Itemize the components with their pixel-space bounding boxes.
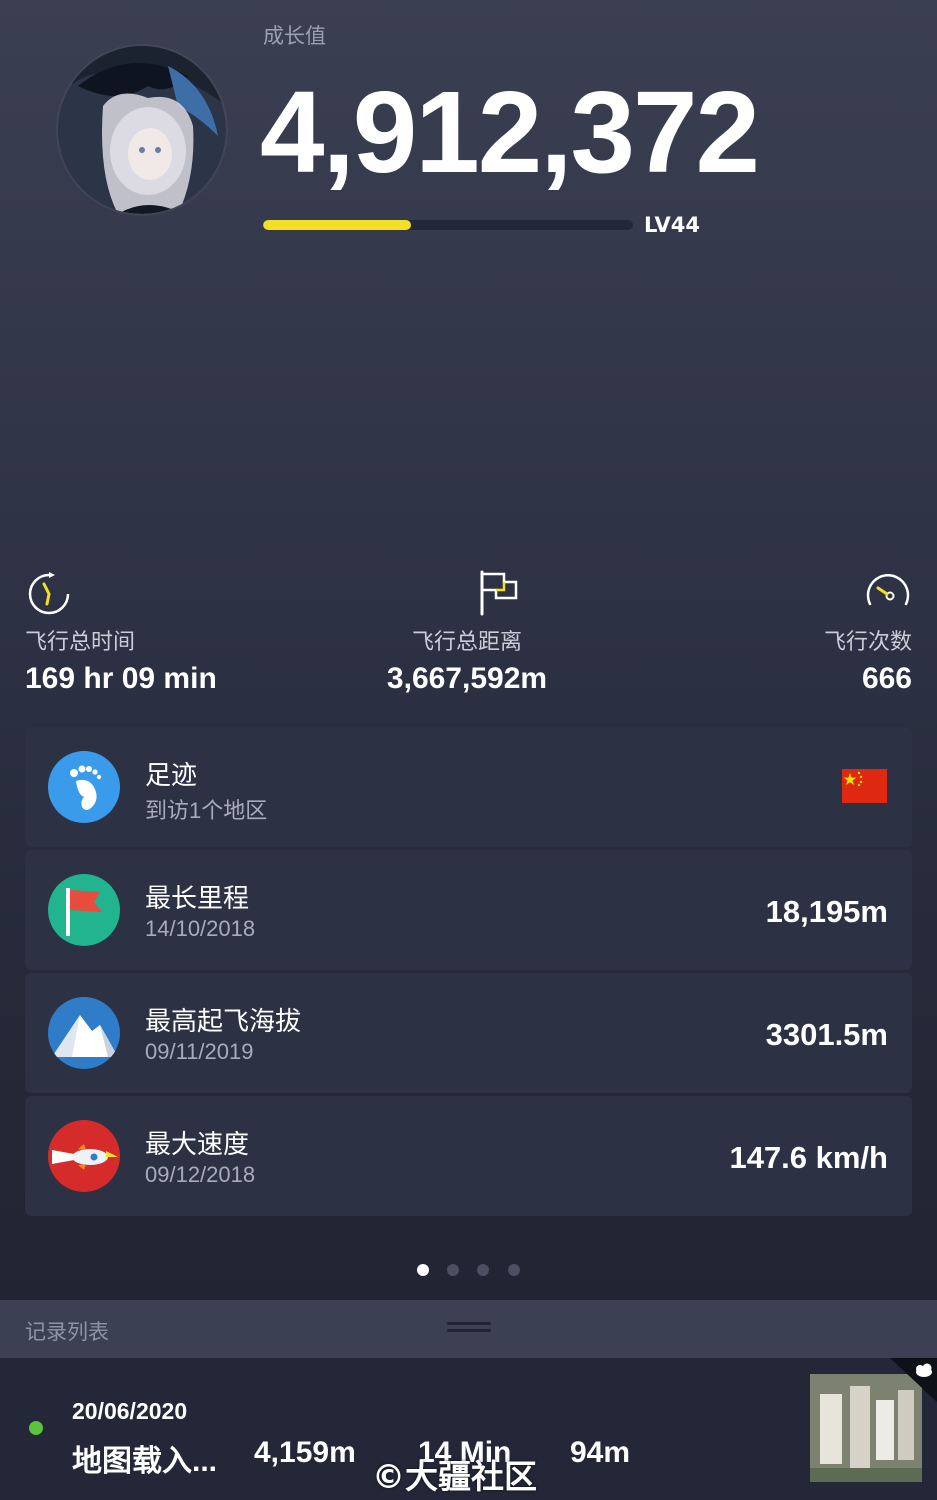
flag-outline-icon	[480, 570, 518, 616]
stat-total-time: 飞行总时间 169 hr 09 min	[25, 568, 217, 696]
card-longest-distance[interactable]: 最长里程 14/10/2018 18,195m	[25, 850, 912, 970]
rocket-icon	[48, 1120, 120, 1192]
mountain-icon	[48, 997, 120, 1069]
stat-label: 飞行总距离	[411, 630, 522, 655]
page-dot-3[interactable]	[477, 1264, 489, 1276]
level-label: LV44	[644, 213, 700, 237]
card-subtitle: 09/12/2018	[145, 1162, 256, 1187]
card-highest-altitude[interactable]: 最高起飞海拔 09/11/2019 3301.5m	[25, 973, 912, 1093]
card-value: 3301.5m	[765, 1017, 888, 1052]
page-dot-1[interactable]	[417, 1264, 429, 1276]
card-title: 最大速度	[145, 1130, 250, 1160]
avatar-image	[58, 46, 226, 214]
stat-label: 飞行次数	[823, 630, 912, 655]
page-dot-2[interactable]	[447, 1264, 459, 1276]
status-dot	[29, 1421, 43, 1435]
red-flag-icon	[48, 874, 120, 946]
card-value: 147.6 km/h	[729, 1140, 888, 1175]
stat-value: 666	[861, 662, 912, 695]
cloud-sync-icon	[890, 1358, 937, 1402]
record-name: 地图载入...	[72, 1445, 218, 1478]
level-progress-bar	[263, 220, 633, 230]
card-title: 足迹	[145, 761, 198, 791]
card-subtitle: 14/10/2018	[145, 916, 256, 941]
stat-value: 169 hr 09 min	[25, 662, 217, 695]
growth-value: 4,912,372	[260, 67, 760, 197]
card-max-speed[interactable]: 最大速度 09/12/2018 147.6 km/h	[25, 1096, 912, 1216]
user-avatar[interactable]	[58, 46, 226, 214]
speedometer-icon	[866, 574, 910, 606]
china-flag-icon	[842, 769, 887, 803]
card-value: 18,195m	[765, 894, 888, 929]
card-footprint[interactable]: 足迹 到访1个地区	[25, 727, 912, 847]
record-altitude: 94m	[570, 1436, 631, 1469]
watermark: ©大疆社区	[372, 1457, 537, 1496]
card-subtitle: 到访1个地区	[145, 798, 268, 823]
record-list-title: 记录列表	[25, 1320, 109, 1344]
stat-total-distance: 飞行总距离 3,667,592m	[377, 568, 557, 696]
timer-icon	[28, 572, 70, 615]
card-title: 最长里程	[145, 884, 250, 914]
level-progress-fill	[263, 220, 411, 230]
footprint-icon	[48, 751, 120, 823]
record-date: 20/06/2020	[72, 1398, 188, 1424]
stat-value: 3,667,592m	[386, 662, 548, 695]
stat-flight-count: 飞行次数 666	[824, 568, 912, 696]
card-title: 最高起飞海拔	[145, 1007, 302, 1037]
drag-handle-icon[interactable]	[447, 1320, 491, 1334]
growth-label: 成长值	[263, 24, 326, 48]
page-dot-4[interactable]	[508, 1264, 520, 1276]
record-distance: 4,159m	[254, 1436, 356, 1469]
stat-label: 飞行总时间	[25, 630, 136, 655]
card-subtitle: 09/11/2019	[145, 1039, 254, 1064]
